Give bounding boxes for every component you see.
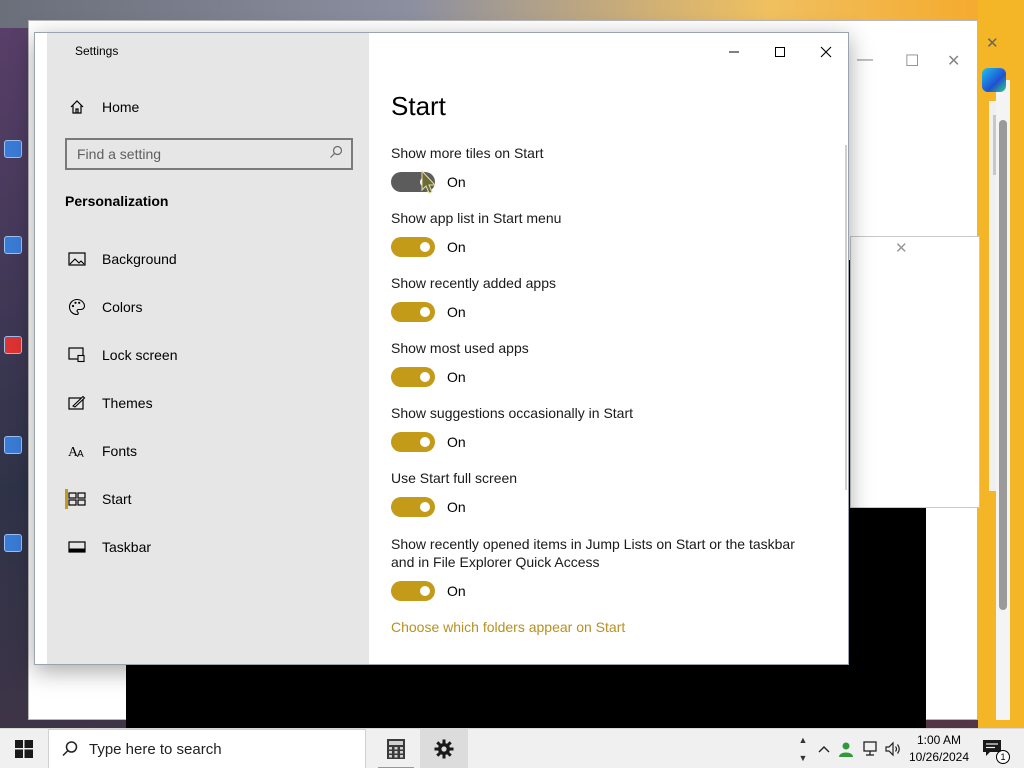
toggle-state: On xyxy=(447,434,466,450)
notification-count-badge: 1 xyxy=(996,750,1010,764)
background-close-icon[interactable]: ✕ xyxy=(947,51,960,71)
sidebar-item-colors[interactable]: Colors xyxy=(63,289,369,325)
clock-time: 1:00 AM xyxy=(916,733,962,747)
setting-show-app-list: Show app list in Start menu On xyxy=(391,209,811,257)
start-button[interactable] xyxy=(0,729,48,768)
sidebar-item-taskbar[interactable]: Taskbar xyxy=(63,529,369,565)
section-heading-personalization: Personalization xyxy=(65,193,169,209)
page-title: Start xyxy=(391,91,446,121)
toggle-state: On xyxy=(447,583,466,599)
picture-icon xyxy=(63,252,91,266)
setting-show-more-tiles: Show more tiles on Start On xyxy=(391,144,811,192)
setting-label: Show suggestions occasionally in Start xyxy=(391,405,634,421)
far-right-close-icon[interactable]: ✕ xyxy=(986,34,999,52)
setting-label: Use Start full screen xyxy=(391,470,518,486)
svg-text:A: A xyxy=(77,449,84,459)
sidebar-item-label: Start xyxy=(102,491,132,507)
show-hidden-icons-chevron-icon[interactable] xyxy=(814,739,834,759)
windows-logo-icon xyxy=(15,740,33,758)
choose-folders-link[interactable]: Choose which folders appear on Start xyxy=(391,619,625,635)
setting-start-full-screen: Use Start full screen On xyxy=(391,469,811,517)
toggle-state: On xyxy=(447,239,466,255)
setting-recently-added-apps: Show recently added apps On xyxy=(391,274,811,322)
taskbar-app-calculator[interactable] xyxy=(372,729,420,768)
taskbar-icon xyxy=(63,541,91,553)
setting-label: Show most used apps xyxy=(391,340,529,356)
window-title: Settings xyxy=(75,44,119,58)
clock-date: 10/26/2024 xyxy=(908,750,970,764)
desktop-shortcut-icon[interactable] xyxy=(4,140,34,160)
palette-icon xyxy=(63,298,91,316)
desktop-shortcut-icon[interactable] xyxy=(4,236,34,256)
search-icon[interactable] xyxy=(329,145,343,164)
toggle-switch[interactable] xyxy=(391,237,435,257)
sidebar-item-label: Taskbar xyxy=(102,539,152,555)
setting-label: Show recently added apps xyxy=(391,275,556,291)
content-scrollbar[interactable] xyxy=(845,145,847,490)
setting-label: Show app list in Start menu xyxy=(391,210,562,226)
sidebar-item-label: Lock screen xyxy=(102,347,178,363)
background-minimize-icon[interactable]: — xyxy=(857,51,873,69)
settings-window: Settings Home Personalization Background xyxy=(34,32,849,665)
taskbar-app-settings[interactable] xyxy=(420,729,468,768)
fonts-icon: AA xyxy=(63,443,91,459)
sidebar-item-start[interactable]: Start xyxy=(63,481,369,517)
settings-sidebar: Settings Home Personalization Background xyxy=(47,33,369,664)
search-icon xyxy=(62,741,78,757)
lock-screen-icon xyxy=(63,347,91,363)
right-scrollbar[interactable] xyxy=(996,80,1010,720)
taskbar-clock[interactable]: 1:00 AM 10/26/2024 xyxy=(904,732,974,766)
find-setting-search-box[interactable] xyxy=(65,138,353,170)
calculator-icon xyxy=(387,739,405,759)
desktop-shortcut-icon[interactable] xyxy=(4,336,34,356)
setting-most-used-apps: Show most used apps On xyxy=(391,339,811,387)
toggle-state: On xyxy=(447,499,466,515)
toggle-switch[interactable] xyxy=(391,497,435,517)
tray-scroll-arrows[interactable]: ▲ ▼ xyxy=(796,731,810,767)
background-maximize-icon[interactable]: ☐ xyxy=(905,51,919,71)
sidebar-item-label: Background xyxy=(102,251,177,267)
toggle-switch[interactable] xyxy=(391,432,435,452)
gear-icon xyxy=(434,739,454,759)
desktop-shortcut-icon[interactable] xyxy=(4,534,34,554)
taskbar: Type here to search ▲ ▼ 1:00 AM 10/26/202… xyxy=(0,728,1024,768)
sidebar-item-background[interactable]: Background xyxy=(63,241,369,277)
sidebar-item-lock-screen[interactable]: Lock screen xyxy=(63,337,369,373)
copilot-icon[interactable] xyxy=(982,68,1006,92)
toggle-switch[interactable] xyxy=(391,302,435,322)
setting-label: Show more tiles on Start xyxy=(391,145,544,161)
background-dialog-close-icon[interactable]: ✕ xyxy=(895,239,908,257)
settings-content: Start Show more tiles on Start On Show a… xyxy=(369,33,848,664)
themes-brush-icon xyxy=(63,395,91,411)
toggle-state: On xyxy=(447,304,466,320)
active-indicator xyxy=(65,489,68,509)
sidebar-item-themes[interactable]: Themes xyxy=(63,385,369,421)
sidebar-item-label: Colors xyxy=(102,299,143,315)
toggle-switch[interactable] xyxy=(391,367,435,387)
action-center-button[interactable]: 1 xyxy=(982,739,1010,764)
sidebar-item-label: Themes xyxy=(102,395,153,411)
mouse-cursor-icon xyxy=(420,169,438,201)
setting-recently-opened-items: Show recently opened items in Jump Lists… xyxy=(391,535,811,601)
setting-label: Show recently opened items in Jump Lists… xyxy=(391,536,795,570)
toggle-state: On xyxy=(447,174,466,190)
background-dialog-window: ✕ xyxy=(850,236,980,508)
taskbar-search-placeholder: Type here to search xyxy=(89,740,222,758)
desktop-shortcut-icon[interactable] xyxy=(4,436,34,456)
taskbar-search-box[interactable]: Type here to search xyxy=(48,729,366,768)
sidebar-item-fonts[interactable]: AA Fonts xyxy=(63,433,369,469)
volume-icon[interactable] xyxy=(883,739,903,759)
find-setting-input[interactable] xyxy=(77,146,317,162)
setting-show-suggestions: Show suggestions occasionally in Start O… xyxy=(391,404,811,452)
toggle-state: On xyxy=(447,369,466,385)
home-nav-item[interactable]: Home xyxy=(63,89,369,125)
network-icon[interactable] xyxy=(860,739,880,759)
sidebar-item-label: Fonts xyxy=(102,443,138,459)
user-people-icon[interactable] xyxy=(836,739,856,759)
home-icon xyxy=(63,99,91,115)
home-label: Home xyxy=(102,99,140,115)
toggle-switch[interactable] xyxy=(391,581,435,601)
